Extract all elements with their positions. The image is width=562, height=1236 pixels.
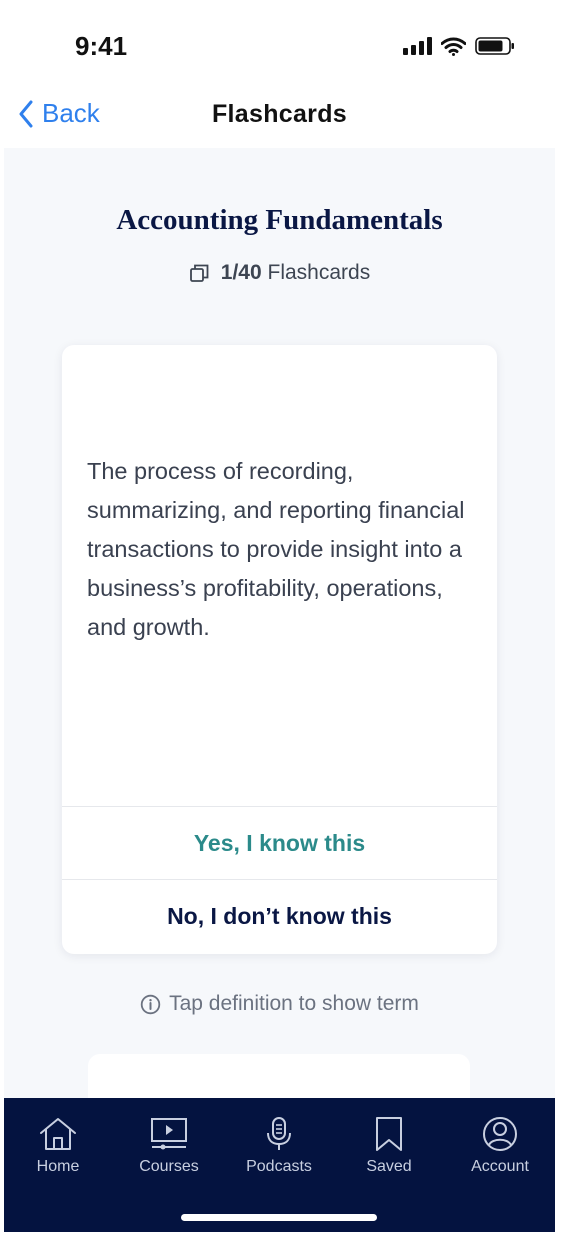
user-circle-icon <box>483 1117 517 1151</box>
app-screen: 9:41 Back Flashcards Accounting Fundamen… <box>4 8 555 1232</box>
tab-account[interactable]: Account <box>445 1116 555 1176</box>
tab-home[interactable]: Home <box>4 1116 113 1176</box>
tab-home-label: Home <box>36 1158 80 1175</box>
hint-label: Tap definition to show term <box>169 992 419 1015</box>
deck-title: Accounting Fundamentals <box>116 204 443 236</box>
tab-podcasts-label: Podcasts <box>246 1158 312 1175</box>
home-indicator <box>181 1214 377 1221</box>
no-dont-know-button[interactable]: No, I don’t know this <box>62 880 497 952</box>
tab-bar: Home Courses Podcasts Saved Account <box>4 1098 555 1232</box>
wifi-icon <box>441 37 466 56</box>
page-title: Flashcards <box>211 100 347 128</box>
progress-count: 1/40 <box>220 261 262 284</box>
info-icon <box>140 994 161 1014</box>
tab-courses-label: Courses <box>139 1158 199 1175</box>
status-time: 9:41 <box>75 31 128 61</box>
progress-label: Flashcards <box>267 261 371 284</box>
tab-courses[interactable]: Courses <box>114 1116 224 1176</box>
status-bar: 9:41 <box>4 8 555 86</box>
progress-indicator: 1/40 Flashcards <box>4 261 555 285</box>
tab-account-label: Account <box>471 1158 529 1175</box>
hint-text: Tap definition to show term <box>4 992 555 1016</box>
card-definition[interactable]: The process of recording, summarizing, a… <box>87 452 477 647</box>
tab-saved[interactable]: Saved <box>334 1116 444 1176</box>
battery-icon <box>475 37 514 55</box>
cards-stack-icon <box>189 264 209 282</box>
yes-know-button[interactable]: Yes, I know this <box>62 807 497 879</box>
flashcard: The process of recording, summarizing, a… <box>62 345 497 954</box>
nav-bar: Back Flashcards <box>4 86 555 148</box>
tab-podcasts[interactable]: Podcasts <box>224 1116 334 1176</box>
signal-icon <box>403 37 432 55</box>
microphone-icon <box>267 1117 291 1150</box>
bookmark-icon <box>376 1117 402 1151</box>
home-icon <box>40 1118 76 1150</box>
tab-saved-label: Saved <box>366 1158 412 1175</box>
play-screen-icon <box>151 1118 187 1150</box>
status-icons <box>403 36 515 56</box>
